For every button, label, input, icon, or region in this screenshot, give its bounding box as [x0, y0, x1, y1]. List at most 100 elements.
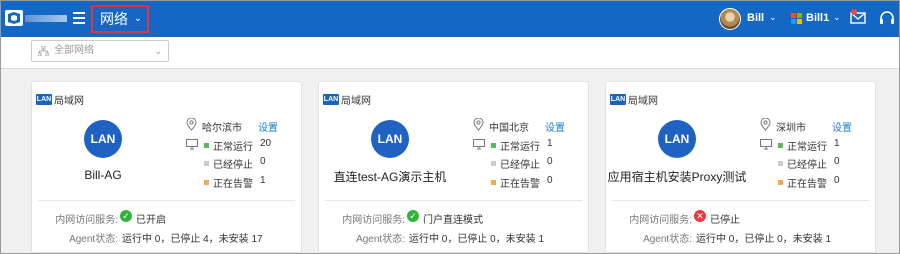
- stopped-count: 0: [547, 156, 553, 167]
- network-name[interactable]: 直连test-AG演示主机: [319, 168, 461, 185]
- status-running: 正常运行: [778, 138, 827, 153]
- agent-status-label: Agent状态:: [356, 234, 405, 245]
- settings-link[interactable]: 设置: [258, 119, 278, 134]
- running-count: 1: [547, 138, 553, 149]
- agent-status-label: Agent状态:: [643, 234, 692, 245]
- intranet-service-label: 内网访问服务:: [342, 215, 405, 226]
- notification-dot: [851, 9, 857, 15]
- network-card[interactable]: LAN 局域网 LAN Bill-AG 哈尔滨市 设置 正常运行 20 已经停止 …: [31, 81, 302, 253]
- check-circle-icon: ✓: [120, 210, 132, 222]
- intranet-service-label: 内网访问服务:: [55, 215, 118, 226]
- running-label: 正常运行: [500, 142, 540, 153]
- network-location: 中国北京: [489, 123, 529, 134]
- network-select-placeholder: 全部网络: [54, 45, 94, 56]
- stopped-count: 0: [260, 156, 266, 167]
- alarm-label: 正在告警: [787, 179, 827, 190]
- lan-badge-icon: LAN: [610, 94, 626, 105]
- chevron-down-icon: ⌄: [154, 46, 162, 56]
- lan-network-icon: LAN: [658, 120, 696, 158]
- stopped-status-dot: [204, 161, 209, 166]
- intranet-service-status: 已停止: [710, 215, 740, 226]
- status-stopped: 已经停止: [778, 156, 827, 171]
- app-name-logo: [25, 15, 67, 22]
- tenant-grid-icon: [791, 13, 802, 24]
- status-stopped: 已经停止: [204, 156, 253, 171]
- intranet-service-label: 内网访问服务:: [629, 215, 692, 226]
- card-divider: [38, 200, 295, 201]
- lan-badge-icon: LAN: [36, 94, 52, 105]
- stopped-label: 已经停止: [787, 160, 827, 171]
- running-status-dot: [491, 143, 496, 148]
- status-stopped: 已经停止: [491, 156, 540, 171]
- alarm-count: 0: [547, 175, 553, 186]
- hamburger-menu-icon[interactable]: [73, 12, 85, 24]
- stopped-label: 已经停止: [213, 160, 253, 171]
- running-count: 1: [834, 138, 840, 149]
- network-type-label: 局域网: [628, 96, 658, 107]
- headset-support-icon[interactable]: [879, 10, 895, 26]
- card-header: LAN 局域网: [323, 92, 371, 107]
- alarm-label: 正在告警: [213, 179, 253, 190]
- status-running: 正常运行: [491, 138, 540, 153]
- status-alarm: 正在告警: [491, 175, 540, 190]
- alarm-status-dot: [204, 180, 209, 185]
- network-card[interactable]: LAN 局域网 LAN 应用宿主机安装Proxy测试 深圳市 设置 正常运行 1 …: [605, 81, 876, 253]
- lan-network-icon: LAN: [84, 120, 122, 158]
- lan-badge-icon: LAN: [323, 94, 339, 105]
- location-pin-icon: [473, 118, 484, 131]
- network-location: 深圳市: [776, 123, 806, 134]
- location-pin-icon: [186, 118, 197, 131]
- network-type-label: 局域网: [341, 96, 371, 107]
- location-pin-icon: [760, 118, 771, 131]
- running-label: 正常运行: [787, 142, 827, 153]
- agent-status-value: 运行中 0，已停止 0，未安装 1: [409, 234, 545, 245]
- network-name[interactable]: 应用宿主机安装Proxy测试: [606, 168, 748, 185]
- running-status-dot: [204, 143, 209, 148]
- agent-status-value: 运行中 0，已停止 0，未安装 1: [696, 234, 832, 245]
- card-divider: [325, 200, 582, 201]
- section-selector[interactable]: 网络 ⌄: [91, 5, 149, 33]
- monitor-icon: [473, 139, 485, 150]
- running-label: 正常运行: [213, 142, 253, 153]
- chevron-down-icon: ⌄: [133, 13, 142, 24]
- error-circle-icon: ✕: [694, 210, 706, 222]
- agent-status-value: 运行中 0，已停止 4，未安装 17: [122, 234, 263, 245]
- network-name[interactable]: Bill-AG: [32, 168, 174, 182]
- running-count: 20: [260, 138, 272, 149]
- monitor-icon: [186, 139, 198, 150]
- lan-network-icon: LAN: [371, 120, 409, 158]
- alarm-count: 0: [834, 175, 840, 186]
- tenant-menu-chevron-icon[interactable]: ⌄: [833, 12, 841, 23]
- status-alarm: 正在告警: [778, 175, 827, 190]
- card-header: LAN 局域网: [36, 92, 84, 107]
- check-circle-icon: ✓: [407, 210, 419, 222]
- alarm-status-dot: [491, 180, 496, 185]
- status-running: 正常运行: [204, 138, 253, 153]
- stopped-count: 0: [834, 156, 840, 167]
- intranet-service-status: 门户直连模式: [423, 215, 483, 226]
- settings-link[interactable]: 设置: [832, 119, 852, 134]
- agent-status-label: Agent状态:: [69, 234, 118, 245]
- stopped-label: 已经停止: [500, 160, 540, 171]
- tenant-name[interactable]: Bill1: [806, 12, 829, 24]
- card-divider: [612, 200, 869, 201]
- user-menu-chevron-icon[interactable]: ⌄: [769, 12, 777, 23]
- status-alarm: 正在告警: [204, 175, 253, 190]
- network-select[interactable]: 全部网络 ⌄: [31, 40, 169, 62]
- user-avatar[interactable]: [719, 8, 741, 30]
- settings-link[interactable]: 设置: [545, 119, 565, 134]
- section-selector-label: 网络: [100, 11, 128, 27]
- running-status-dot: [778, 143, 783, 148]
- app-logo-icon[interactable]: [5, 10, 23, 26]
- card-header: LAN 局域网: [610, 92, 658, 107]
- network-type-label: 局域网: [54, 96, 84, 107]
- network-tree-icon: [38, 46, 49, 56]
- filter-bar: 全部网络 ⌄: [1, 37, 899, 69]
- alarm-count: 1: [260, 175, 266, 186]
- network-card[interactable]: LAN 局域网 LAN 直连test-AG演示主机 中国北京 设置 正常运行 1 …: [318, 81, 589, 253]
- monitor-icon: [760, 139, 772, 150]
- user-name[interactable]: Bill: [747, 12, 764, 24]
- stopped-status-dot: [778, 161, 783, 166]
- alarm-label: 正在告警: [500, 179, 540, 190]
- network-location: 哈尔滨市: [202, 123, 242, 134]
